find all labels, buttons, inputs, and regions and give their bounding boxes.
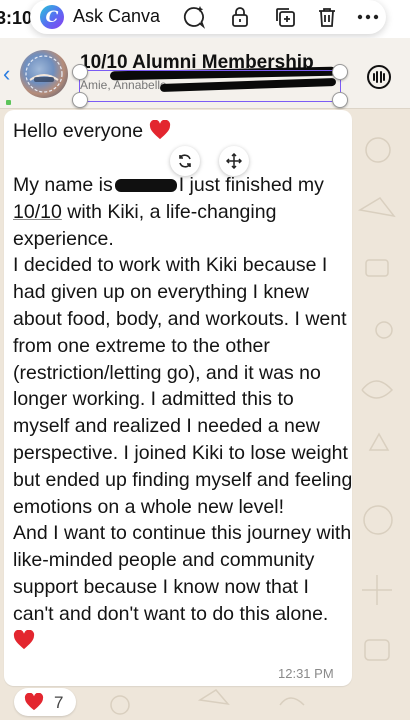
red-heart-icon [149,120,170,140]
story-paragraph: I decided to work with Kiki because I ha… [13,254,353,518]
heart-reaction-icon [24,693,44,711]
red-heart-icon [13,629,35,649]
selection-box[interactable] [79,70,341,102]
unread-marker [6,100,11,105]
canva-logo[interactable]: C [40,5,64,29]
ai-sparkle-comment-icon[interactable] [182,5,206,29]
resize-handle[interactable] [332,64,348,80]
message-bubble[interactable]: Hello everyone My name is I just finished… [4,110,352,686]
rotate-icon [179,154,191,168]
intro-text-continued: I just finished my [178,174,324,196]
chat-header: ‹ 10/10 Alumni Membership Amie, Annabell… [0,38,410,109]
greeting-text: Hello everyone [13,120,144,142]
back-chevron-icon[interactable]: ‹ [3,63,15,85]
program-name-link[interactable]: 10/10 [13,201,62,223]
message-greeting: Hello everyone [13,118,353,145]
status-time: 3:10 [0,8,33,28]
message-timestamp: 12:31 PM [278,666,334,681]
trash-icon[interactable] [315,5,339,29]
canva-toolbar: 3:10 C Ask Canva [0,0,410,38]
duplicate-icon[interactable] [273,5,297,29]
resize-handle[interactable] [72,92,88,108]
group-avatar[interactable] [20,50,68,98]
canva-floating-toolbar: C Ask Canva [30,0,386,34]
resize-handle[interactable] [332,92,348,108]
intro-text: My name is [13,174,113,196]
reaction-pill[interactable]: 7 [14,688,76,716]
more-icon[interactable] [356,5,380,29]
resize-handle[interactable] [72,64,88,80]
voice-chat-icon[interactable] [366,64,392,90]
avatar-artwork [25,55,63,93]
experience-text: experience. [13,227,114,250]
name-redaction-mark [114,179,177,193]
closing-paragraph: And I want to continue this journey with… [13,522,352,625]
program-text: with Kiki, a life-changing [61,200,277,223]
message-body: My name is I just finished my 10/10 with … [13,172,353,654]
rotate-button[interactable] [170,146,200,176]
ask-canva-button[interactable]: Ask Canva [73,6,160,27]
move-button[interactable] [219,146,249,176]
reaction-count: 7 [54,693,64,712]
move-arrows-icon [226,153,242,169]
lock-icon[interactable] [228,5,252,29]
